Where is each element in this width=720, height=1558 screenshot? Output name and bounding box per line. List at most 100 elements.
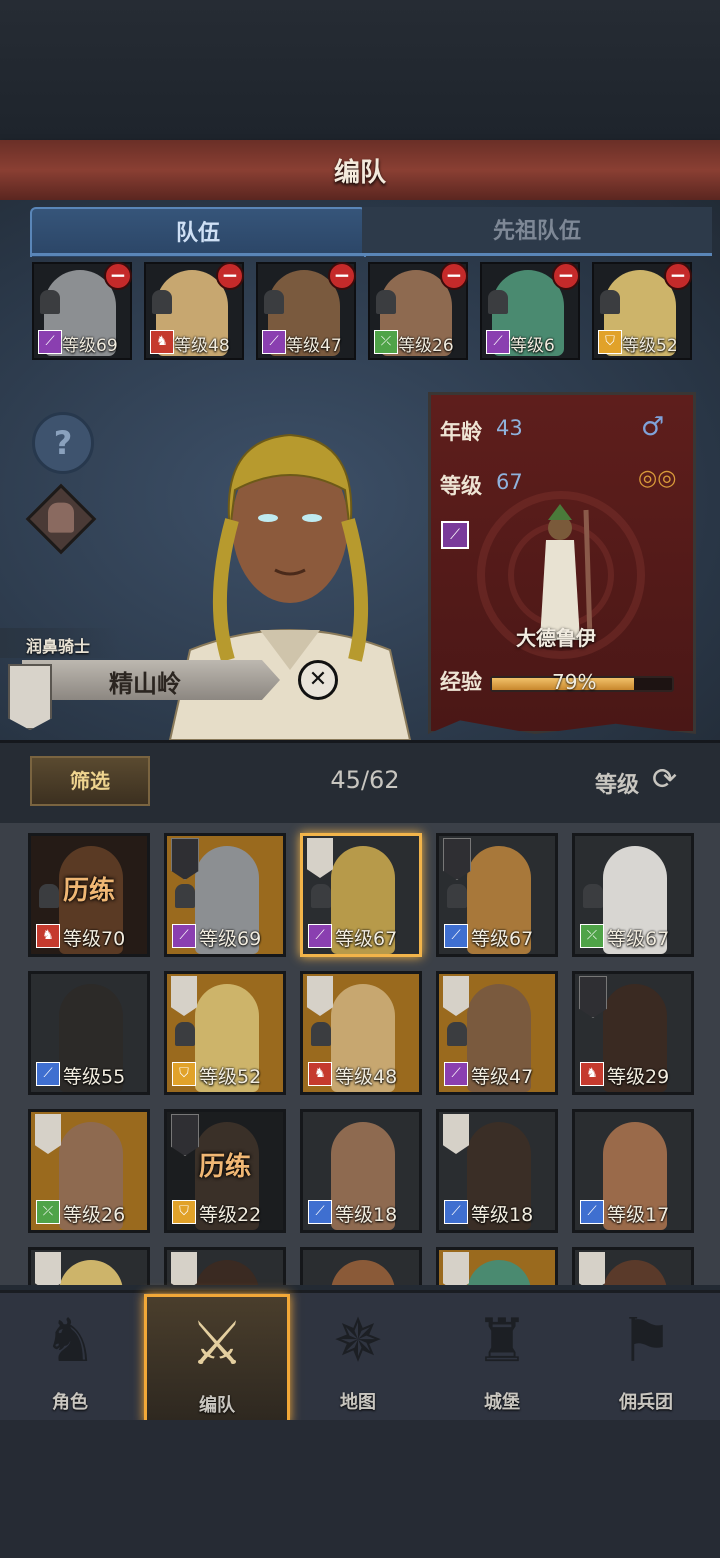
remove-slot-icon[interactable]: − (664, 262, 692, 290)
roster-card[interactable]: ⟋ 等级69 (164, 833, 286, 957)
sword-icon: ⟋ (36, 1062, 60, 1086)
mercenary-icon (488, 290, 508, 314)
nav-item[interactable]: ♞ 角色 (0, 1294, 140, 1418)
tab-ancestor-team[interactable]: 先祖队伍 (362, 207, 712, 255)
shield-icon: ⛉ (598, 330, 622, 354)
roster-card[interactable]: ♞ 等级48 (300, 971, 422, 1095)
staff-icon: ⟋ (444, 1062, 468, 1086)
nav-label: 地图 (340, 1392, 376, 1413)
slot-level: 等级47 (286, 336, 342, 356)
remove-slot-icon[interactable]: − (216, 262, 244, 290)
map-compass-icon: ✵ (332, 1306, 384, 1376)
sort-label[interactable]: 等级 (595, 767, 639, 799)
team-slot[interactable]: − ♞ 等级48 (144, 262, 244, 360)
remove-slot-icon[interactable]: − (328, 262, 356, 290)
bow-icon: ⤫ (580, 924, 604, 948)
roster-card[interactable]: ⟋ 等级18 (436, 1109, 558, 1233)
filter-button[interactable]: 筛选 (30, 756, 150, 806)
roster-card[interactable] (28, 1247, 150, 1285)
card-level: 等级70 (63, 928, 126, 950)
remove-slot-icon[interactable]: − (552, 262, 580, 290)
roster-card[interactable]: ⟋ 等级67 (300, 833, 422, 957)
roster-card[interactable]: ⟋ 等级55 (28, 971, 150, 1095)
exp-label: 经验 (440, 670, 482, 694)
roster-card[interactable] (164, 1247, 286, 1285)
card-level: 等级47 (471, 1066, 534, 1088)
remove-slot-icon[interactable]: − (104, 262, 132, 290)
team-slot[interactable]: − ⟋ 等级69 (32, 262, 132, 360)
mercenary-icon (40, 290, 60, 314)
slot-level: 等级69 (62, 336, 118, 356)
sword-icon: ⟋ (444, 1200, 468, 1224)
mercenary-icon (175, 1022, 195, 1046)
remove-slot-icon[interactable]: − (440, 262, 468, 290)
character-roster: 历练 ♞ 等级70 ⟋ 等级69 ⟋ 等级67 ⟋ 等级67 ⤫ 等级67 ⟋ 等级55 ⛉ 等级52 ♞ 等级… (0, 823, 720, 1285)
beast-icon: ♞ (308, 1062, 332, 1086)
nav-label: 佣兵团 (619, 1392, 673, 1413)
staff-icon: ⟋ (262, 330, 286, 354)
roster-card[interactable]: ⟋ 等级67 (436, 833, 558, 957)
roster-card[interactable]: 历练 ♞ 等级70 (28, 833, 150, 957)
card-level: 等级18 (335, 1204, 398, 1226)
roster-card[interactable]: ⤫ 等级26 (28, 1109, 150, 1233)
roster-card[interactable]: ⤫ 等级67 (572, 833, 694, 957)
nav-item[interactable]: ✵ 地图 (288, 1294, 428, 1418)
staff-class-icon: ⟋ (441, 521, 469, 549)
roster-card[interactable] (572, 1247, 694, 1285)
rank-banner-icon (35, 1252, 61, 1285)
team-slot[interactable]: − ⤫ 等级26 (368, 262, 468, 360)
staff-icon: ⟋ (308, 924, 332, 948)
nav-label: 编队 (199, 1395, 235, 1416)
sword-icon: ⟋ (580, 1200, 604, 1224)
top-status-area (0, 0, 720, 140)
class-name: 大德鲁伊 (516, 626, 596, 650)
roster-card[interactable] (436, 1247, 558, 1285)
shield-icon: ⛉ (172, 1200, 196, 1224)
roster-card[interactable]: ⛉ 等级52 (164, 971, 286, 1095)
help-button[interactable]: ? (32, 412, 94, 474)
beast-icon: ♞ (150, 330, 174, 354)
roster-card[interactable]: 历练 ⛉ 等级22 (164, 1109, 286, 1233)
castle-icon: ♜ (475, 1306, 529, 1376)
mercenary-icon (447, 884, 467, 908)
sort-refresh-icon[interactable]: ⟳ (652, 762, 677, 797)
team-slot[interactable]: − ⛉ 等级52 (592, 262, 692, 360)
roster-card[interactable]: ⟋ 等级17 (572, 1109, 694, 1233)
card-level: 等级29 (607, 1066, 670, 1088)
team-slot[interactable]: − ⟋ 等级47 (256, 262, 356, 360)
mercenary-icon (264, 290, 284, 314)
roster-card[interactable]: ⟋ 等级18 (300, 1109, 422, 1233)
roster-card[interactable]: ♞ 等级29 (572, 971, 694, 1095)
nav-item[interactable]: ♜ 城堡 (432, 1294, 572, 1418)
mercenary-icon: ⚑ (619, 1306, 673, 1376)
team-slot[interactable]: − ⟋ 等级6 (480, 262, 580, 360)
bottom-band (0, 1420, 720, 1558)
slot-level: 等级6 (510, 336, 555, 356)
card-level: 等级17 (607, 1204, 670, 1226)
roster-card[interactable] (300, 1247, 422, 1285)
nav-label: 角色 (52, 1392, 88, 1413)
tab-team[interactable]: 队伍 (30, 207, 366, 257)
remove-from-team-button[interactable]: ✕ (298, 660, 338, 700)
level-value: 67 (496, 470, 523, 494)
roster-card[interactable]: ⟋ 等级47 (436, 971, 558, 1095)
tab-underline (30, 253, 712, 256)
mercenary-icon (152, 290, 172, 314)
nav-item[interactable]: ⚑ 佣兵团 (576, 1294, 716, 1418)
age-value: 43 (496, 416, 523, 440)
card-level: 等级55 (63, 1066, 126, 1088)
card-level: 等级69 (199, 928, 262, 950)
card-level: 等级18 (471, 1204, 534, 1226)
party-icon: ⚔ (190, 1309, 244, 1379)
header-bar: 编队 (0, 140, 720, 200)
slot-level: 等级48 (174, 336, 230, 356)
mercenary-icon (175, 884, 195, 908)
rank-banner-icon (443, 1252, 469, 1285)
staff-icon: ⟋ (486, 330, 510, 354)
male-gender-icon: ♂ (641, 412, 665, 442)
mercenary-icon (583, 884, 603, 908)
character-name[interactable]: 精山岭 (30, 664, 260, 699)
page-title: 编队 (333, 158, 386, 188)
nav-item[interactable]: ⚔ 编队 (144, 1294, 290, 1424)
card-level: 等级67 (335, 928, 398, 950)
